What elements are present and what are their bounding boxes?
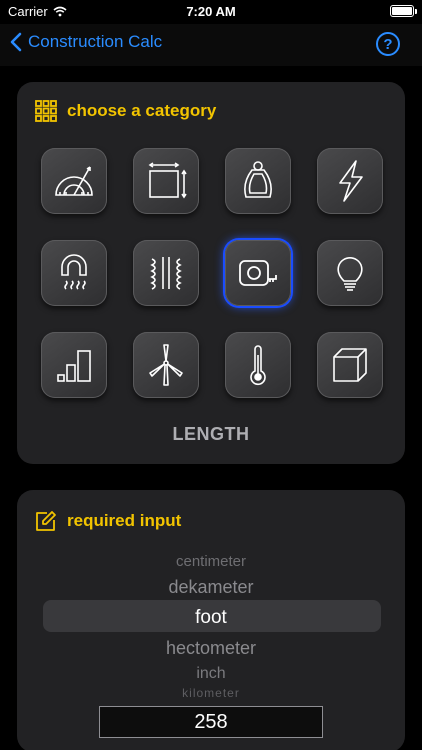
wind-turbine-icon [149,344,183,386]
category-card-header: choose a category [35,100,216,122]
help-button[interactable]: ? [376,32,400,56]
grid-icon [35,100,57,122]
category-tile-area[interactable] [133,148,199,214]
navigation-bar: Construction Calc ? [0,24,422,66]
input-card-header: required input [35,510,181,532]
battery-icon [390,5,417,17]
protractor-icon [55,166,93,196]
selected-category-label: LENGTH [172,424,250,444]
category-tile-angle[interactable] [41,148,107,214]
cube-icon [333,348,367,382]
category-tile-temperature[interactable] [225,332,291,398]
category-tile-mass[interactable] [225,148,291,214]
picker-option[interactable]: inch [41,665,381,683]
unit-picker[interactable]: centimeter dekameter foot hectometer inc… [41,548,381,700]
area-dimensions-icon [148,162,187,199]
category-tile-volume[interactable] [317,332,383,398]
help-icon: ? [383,35,393,53]
edit-icon [36,511,56,531]
picker-option[interactable]: dekameter [41,577,381,598]
category-tile-energy[interactable] [133,332,199,398]
category-tile-electric[interactable] [317,148,383,214]
chevron-left-icon [10,32,22,52]
category-tile-light[interactable] [317,240,383,306]
category-card-title: choose a category [67,101,217,120]
back-button[interactable]: Construction Calc [10,32,162,52]
value-input[interactable] [99,706,323,738]
category-tile-statistics[interactable] [41,332,107,398]
picker-option[interactable]: centimeter [41,553,381,570]
tape-measure-icon [239,260,277,286]
input-card-title: required input [67,511,182,530]
light-bulb-icon [337,257,363,291]
picker-option-selected[interactable]: foot [41,607,381,629]
back-button-label: Construction Calc [28,32,163,51]
required-input-card: required input centimeter dekameter foot… [17,490,405,750]
magnet-heat-icon [61,254,87,290]
picker-option[interactable]: hectometer [41,638,381,659]
status-bar: Carrier 7:20 AM [0,0,422,24]
thermometer-icon [250,345,266,386]
bar-chart-icon [57,350,91,382]
lightning-bolt-icon [339,160,363,202]
category-card: choose a category LENGTH [17,82,405,464]
category-tile-length[interactable] [225,240,291,306]
mass-icon [244,161,272,198]
category-tile-magnetism[interactable] [41,240,107,306]
transformer-coil-icon [150,257,182,290]
picker-option[interactable]: kilometer [41,686,381,700]
category-tile-transformer[interactable] [133,240,199,306]
status-time: 7:20 AM [186,4,236,19]
